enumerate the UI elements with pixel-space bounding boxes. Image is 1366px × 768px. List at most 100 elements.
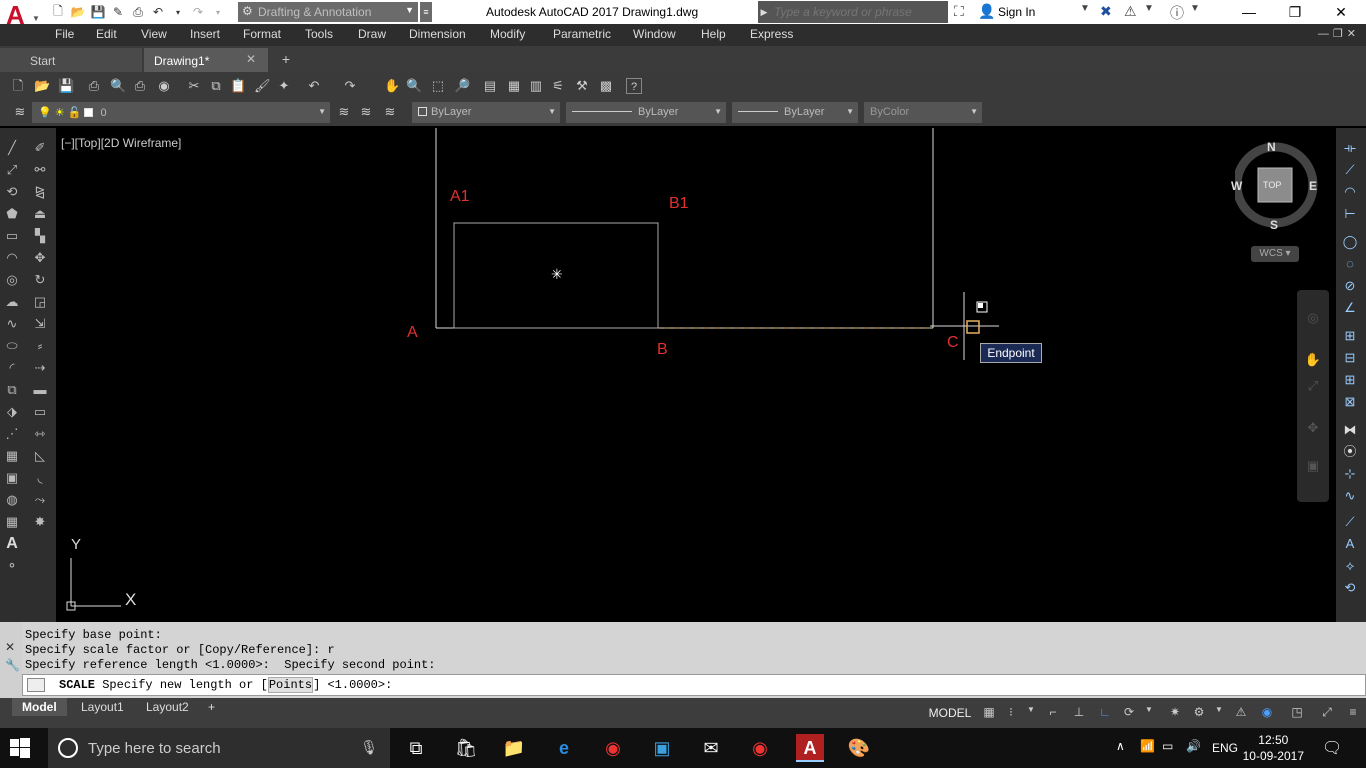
jogged-linear-icon[interactable]: ⟋ xyxy=(1340,512,1360,532)
polar-tracking-icon[interactable]: ⟳ xyxy=(1120,705,1138,721)
menu-tools[interactable]: Tools xyxy=(305,27,333,41)
construction-line-icon[interactable]: ⤢ xyxy=(2,160,22,180)
help-icon[interactable]: ? xyxy=(626,78,642,94)
save-icon[interactable]: 💾 xyxy=(90,4,106,20)
line-icon[interactable]: ╱ xyxy=(2,138,22,158)
sheet-set-icon[interactable]: ⚟ xyxy=(550,78,566,94)
linear-dimension-icon[interactable]: ⟛ xyxy=(1340,138,1360,158)
plot-icon[interactable]: ⎙ xyxy=(86,78,102,94)
layer-previous-icon[interactable]: ≋ xyxy=(358,104,374,120)
menu-window[interactable]: Window xyxy=(633,27,676,41)
layer-dropdown[interactable]: 💡 ☀ 🔓 0 ▼ xyxy=(32,102,330,123)
zoom-window-icon[interactable]: ⬚ xyxy=(430,78,446,94)
tool-palettes-icon[interactable]: ▥ xyxy=(528,78,544,94)
new-icon[interactable]: 🗋 xyxy=(10,78,26,94)
taskbar-clock[interactable]: 12:50 10-09-2017 xyxy=(1243,732,1304,764)
chevron-down-icon[interactable]: ▼ xyxy=(1144,3,1154,14)
network-icon[interactable]: 📶 xyxy=(1140,739,1155,753)
minimize-button[interactable]: — xyxy=(1226,2,1272,22)
help-icon[interactable]: ⓘ xyxy=(1170,3,1184,23)
match-properties-icon[interactable]: 🖌 xyxy=(254,78,271,94)
continue-icon[interactable]: ⊞ xyxy=(1340,370,1360,390)
fillet-icon[interactable]: ◟ xyxy=(30,468,50,488)
menu-view[interactable]: View xyxy=(141,27,167,41)
volume-icon[interactable]: 🔊 xyxy=(1186,739,1201,753)
tab-layout2[interactable]: Layout2 xyxy=(136,698,199,716)
chamfer-icon[interactable]: ◺ xyxy=(30,446,50,466)
user-icon[interactable]: 👤 xyxy=(978,3,995,20)
viewcube[interactable]: N S E W TOP xyxy=(1231,140,1319,232)
customization-menu-icon[interactable]: ≡ xyxy=(1344,705,1362,721)
ortho-icon[interactable]: ∟ xyxy=(1096,705,1114,721)
dimension-update-icon[interactable]: ⟲ xyxy=(1340,578,1360,598)
close-icon[interactable]: ✕ xyxy=(246,52,256,66)
calculator-icon[interactable]: ▩ xyxy=(598,78,614,94)
join-icon[interactable]: ⇿ xyxy=(30,424,50,444)
search-input[interactable] xyxy=(770,2,948,22)
menu-draw[interactable]: Draw xyxy=(358,27,386,41)
customize-qat-button[interactable]: ≡ xyxy=(420,2,432,22)
menu-help[interactable]: Help xyxy=(701,27,726,41)
recent-commands-icon[interactable] xyxy=(27,678,45,692)
infer-constraints-icon[interactable]: ⌐ xyxy=(1044,705,1062,721)
open-folder-icon[interactable]: 📂 xyxy=(70,4,86,20)
cut-icon[interactable]: ✂ xyxy=(186,78,202,94)
block-editor-icon[interactable]: ✦ xyxy=(276,78,292,94)
extend-icon[interactable]: ⇢ xyxy=(30,358,50,378)
dimension-text-edit-icon[interactable]: ⟡ xyxy=(1340,556,1360,576)
ellipse-arc-icon[interactable]: ◜ xyxy=(2,358,22,378)
add-selected-icon[interactable]: ⚬ xyxy=(2,556,22,576)
markup-icon[interactable]: ⚒ xyxy=(574,78,590,94)
rectangle-icon[interactable]: ▭ xyxy=(2,226,22,246)
rotate-icon[interactable]: ↻ xyxy=(30,270,50,290)
compass-west[interactable]: W xyxy=(1231,179,1242,193)
copy-object-icon[interactable]: ⚯ xyxy=(30,160,50,180)
compass-east[interactable]: E xyxy=(1309,179,1317,193)
dimension-edit-icon[interactable]: A xyxy=(1340,534,1360,554)
jogged-icon[interactable]: ◌ xyxy=(1340,254,1360,274)
stretch-icon[interactable]: ⇲ xyxy=(30,314,50,334)
radius-icon[interactable]: ◯ xyxy=(1340,232,1360,252)
edge-icon[interactable]: e xyxy=(550,734,578,762)
tolerance-icon[interactable]: ⦿ xyxy=(1340,442,1360,462)
binoculars-icon[interactable]: ⛶ xyxy=(954,3,964,20)
baseline-icon[interactable]: ⊟ xyxy=(1340,348,1360,368)
offset-icon[interactable]: ⏏ xyxy=(30,204,50,224)
array-icon[interactable]: ▚ xyxy=(30,226,50,246)
store-icon[interactable]: 🛍 xyxy=(452,734,480,762)
blend-curves-icon[interactable]: ⤳ xyxy=(30,490,50,510)
erase-icon[interactable]: ✐ xyxy=(30,138,50,158)
trim-icon[interactable]: ⸗ xyxy=(30,336,50,356)
chevron-down-icon[interactable]: ▼ xyxy=(1022,705,1040,721)
command-window-handle[interactable]: ✕ 🔧 xyxy=(0,622,22,698)
pan-icon[interactable]: ✋ xyxy=(1303,350,1323,370)
inspection-icon[interactable]: ∿ xyxy=(1340,486,1360,506)
osnap-icon[interactable]: ✷ xyxy=(1166,705,1184,721)
color-dropdown[interactable]: ByLayer ▼ xyxy=(412,102,560,123)
windows-start-icon[interactable] xyxy=(10,738,30,758)
chevron-down-icon[interactable]: ▼ xyxy=(1140,705,1158,721)
hardware-acceleration-icon[interactable]: ◉ xyxy=(1258,705,1276,721)
circle-icon[interactable]: ◎ xyxy=(2,270,22,290)
redo-dropdown-icon[interactable]: ▾ xyxy=(210,4,226,20)
snap-icon[interactable]: ⁝ xyxy=(1002,705,1020,721)
paint-icon[interactable]: 🎨 xyxy=(845,734,873,762)
make-current-icon[interactable]: ≋ xyxy=(336,104,352,120)
layer-match-icon[interactable]: ≋ xyxy=(382,104,398,120)
zoom-realtime-icon[interactable]: 🔍 xyxy=(406,78,422,94)
region-icon[interactable]: ◍ xyxy=(2,490,22,510)
chevron-right-icon[interactable]: ▶ xyxy=(758,1,770,23)
make-block-icon[interactable]: ⬗ xyxy=(2,402,22,422)
undo-dropdown-icon[interactable]: ▾ xyxy=(170,4,186,20)
microphone-icon[interactable]: 🎙 xyxy=(360,739,378,756)
undo-icon[interactable]: ↶ xyxy=(306,78,322,94)
chevron-down-icon[interactable]: ▼ xyxy=(1190,3,1200,14)
tab-layout1[interactable]: Layout1 xyxy=(71,698,134,716)
open-icon[interactable]: 📂 xyxy=(34,78,50,94)
angular-icon[interactable]: ∠ xyxy=(1340,298,1360,318)
menu-file[interactable]: File xyxy=(55,27,74,41)
chrome-icon[interactable]: ◉ xyxy=(746,734,774,762)
insert-block-icon[interactable]: ⧉ xyxy=(2,380,22,400)
arc-length-icon[interactable]: ◠ xyxy=(1340,182,1360,202)
polyline-icon[interactable]: ⟲ xyxy=(2,182,22,202)
